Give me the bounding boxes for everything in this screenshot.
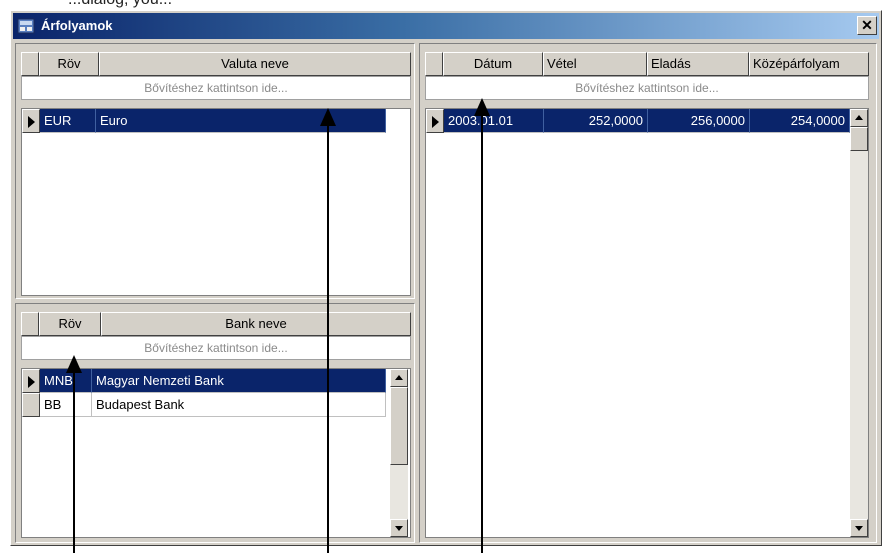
row-pointer-icon (28, 376, 35, 388)
bank-scroll-thumb[interactable] (390, 387, 408, 465)
app-icon (17, 18, 35, 34)
rates-indicator-header (425, 52, 443, 76)
bank-indicator-header (21, 312, 39, 336)
currency-row-indicator[interactable] (22, 109, 40, 133)
arfolyamok-window: Árfolyamok ✕ Röv Valuta neve Bővítéshez … (10, 10, 882, 546)
rates-header-mid[interactable]: Középárfolyam (749, 52, 869, 76)
bank-cell-name[interactable]: Budapest Bank (92, 393, 386, 417)
currency-grid: EUR Euro (21, 108, 411, 296)
bank-scrollbar[interactable] (390, 369, 408, 537)
scroll-down-icon (855, 526, 863, 531)
row-pointer-icon (432, 116, 439, 128)
bank-row-indicator[interactable] (22, 369, 40, 393)
rates-scrollbar[interactable] (850, 109, 868, 537)
bank-header-code[interactable]: Röv (39, 312, 101, 336)
window-title: Árfolyamok (41, 18, 113, 33)
scroll-down-icon (395, 526, 403, 531)
rates-scroll-down-button[interactable] (850, 519, 868, 537)
bank-scroll-up-button[interactable] (390, 369, 408, 387)
rates-header-sell[interactable]: Eladás (647, 52, 749, 76)
currency-cell-name[interactable]: Euro (96, 109, 386, 133)
annotation-arrow-rates (474, 98, 490, 553)
annotation-arrow-currency (320, 108, 336, 553)
currency-header-code[interactable]: Röv (39, 52, 99, 76)
rates-cell-sell[interactable]: 256,0000 (648, 109, 750, 133)
annotation-arrow-bank (66, 355, 82, 553)
bank-header-name[interactable]: Bank neve (101, 312, 411, 336)
row-pointer-icon (28, 116, 35, 128)
rates-row-indicator[interactable] (426, 109, 444, 133)
rates-scroll-thumb[interactable] (850, 127, 868, 151)
top-fragment-text: ...dialog, you... (68, 0, 172, 9)
rates-header-date[interactable]: Dátum (443, 52, 543, 76)
rates-scroll-up-button[interactable] (850, 109, 868, 127)
title-bar: Árfolyamok ✕ (13, 13, 879, 39)
rates-header-buy[interactable]: Vétel (543, 52, 647, 76)
currency-cell-code[interactable]: EUR (40, 109, 96, 133)
rates-cell-buy[interactable]: 252,0000 (544, 109, 648, 133)
scroll-up-icon (395, 375, 403, 380)
currency-header-name[interactable]: Valuta neve (99, 52, 411, 76)
close-icon: ✕ (861, 17, 873, 33)
top-text-fragment: ...dialog, you... (0, 0, 892, 10)
bank-row-indicator[interactable] (22, 393, 40, 417)
scroll-up-icon (855, 115, 863, 120)
rates-expand-bar[interactable]: Bővítéshez kattintson ide... (425, 76, 869, 100)
currency-panel: Röv Valuta neve Bővítéshez kattintson id… (15, 43, 415, 299)
rates-cell-mid[interactable]: 254,0000 (750, 109, 850, 133)
bank-cell-name[interactable]: Magyar Nemzeti Bank (92, 369, 386, 393)
currency-indicator-header (21, 52, 39, 76)
rates-cell-date[interactable]: 2003.01.01 (444, 109, 544, 133)
currency-expand-bar[interactable]: Bővítéshez kattintson ide... (21, 76, 411, 100)
close-button[interactable]: ✕ (857, 16, 877, 35)
bank-scroll-down-button[interactable] (390, 519, 408, 537)
